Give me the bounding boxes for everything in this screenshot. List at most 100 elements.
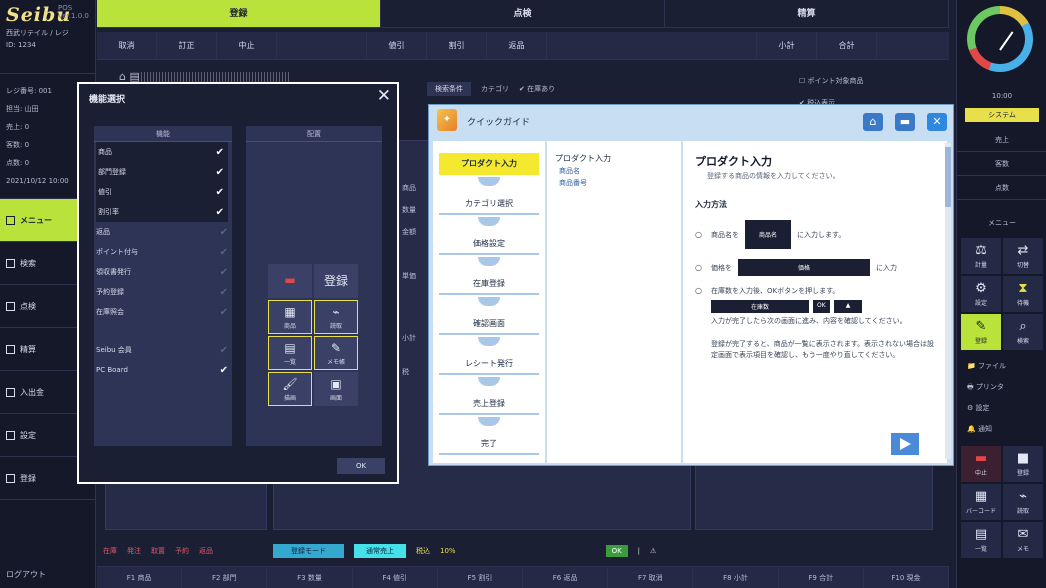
topic-title[interactable]: プロダクト入力 (555, 153, 673, 164)
play-icon[interactable] (891, 433, 919, 455)
check-icon[interactable]: ✔ (220, 345, 228, 356)
warning-icon[interactable]: ⚠ (650, 547, 656, 555)
func-button[interactable]: 小計 (757, 32, 817, 59)
function-item[interactable]: 割引率 ✔ (96, 202, 228, 222)
sale-type-badge[interactable]: 通常売上 (354, 544, 406, 558)
check-icon[interactable]: ✔ (216, 147, 224, 158)
close-window-icon[interactable]: ✕ (927, 113, 947, 131)
content-scrollbar[interactable] (945, 143, 951, 459)
func-button[interactable]: 合計 (817, 32, 877, 59)
tool-button[interactable]: ▬ 中止 (961, 446, 1001, 482)
tab-1[interactable]: 点検 (381, 0, 665, 27)
function-key[interactable]: F10 現金 (864, 567, 950, 588)
guide-step[interactable]: プロダクト入力 (439, 153, 539, 175)
system-badge[interactable]: システム (965, 108, 1039, 122)
function-key[interactable]: F9 合計 (779, 567, 864, 588)
function-item[interactable]: 返品 ✔ (94, 222, 232, 242)
guide-step[interactable]: 確認画面 (439, 313, 539, 335)
status-reserve[interactable]: 予約 (175, 546, 189, 556)
check-icon[interactable]: ✔ (220, 227, 228, 238)
function-item[interactable]: 商品 ✔ (96, 142, 228, 162)
check-icon[interactable]: ✔ (216, 187, 224, 198)
logout-button[interactable]: ログアウト (6, 569, 46, 580)
function-key[interactable]: F8 小計 (693, 567, 779, 588)
settings-item[interactable]: ⚙ 設定 (967, 398, 1006, 419)
filter-chip[interactable]: 検索条件 (427, 82, 471, 96)
function-key[interactable]: F5 割引 (438, 567, 524, 588)
function-key[interactable]: F1 商品 (97, 567, 183, 588)
home-window-icon[interactable]: ⌂ (863, 113, 883, 131)
tool-button[interactable]: ⧗ 待機 (1003, 276, 1043, 312)
tab-0[interactable]: 登録 (97, 0, 381, 27)
tool-button[interactable]: ✉ メモ (1003, 522, 1043, 558)
function-item[interactable]: 値引 ✔ (96, 182, 228, 202)
func-button[interactable]: 割引 (427, 32, 487, 59)
filter-stock-check[interactable]: ✔ 在庫あり (519, 84, 555, 94)
status-order[interactable]: 発注 (127, 546, 141, 556)
func-button[interactable] (277, 32, 367, 59)
check-icon[interactable]: ✔ (220, 247, 228, 258)
function-item[interactable]: 在庫照会 ✔ (94, 302, 232, 322)
scroll-thumb[interactable] (945, 147, 951, 207)
guide-step[interactable]: 売上登録 (439, 393, 539, 415)
tool-button[interactable]: ⚖ 計量 (961, 238, 1001, 274)
ok-status[interactable]: OK (605, 545, 628, 557)
check-icon[interactable]: ✔ (220, 365, 228, 376)
tool-button[interactable]: ⇄ 切替 (1003, 238, 1043, 274)
check-icon[interactable]: ✔ (216, 167, 224, 178)
guide-step[interactable]: 価格設定 (439, 233, 539, 255)
guide-step[interactable]: 在庫登録 (439, 273, 539, 295)
tool-button[interactable]: ■ 登録 (1003, 446, 1043, 482)
preview-icon[interactable]: 登録 (314, 264, 358, 298)
func-button[interactable]: 訂正 (157, 32, 217, 59)
function-item[interactable]: 部門登録 ✔ (96, 162, 228, 182)
tool-button[interactable]: ✎ 登録 (961, 314, 1001, 350)
preview-icon[interactable]: 🖌 描画 (268, 372, 312, 406)
filter-category[interactable]: カテゴリ (481, 84, 509, 94)
preview-icon[interactable]: ▣ 画面 (314, 372, 358, 406)
function-item[interactable]: PC Board ✔ (94, 360, 232, 380)
file-item[interactable]: 📁 ファイル (967, 356, 1006, 377)
func-button[interactable]: 取消 (97, 32, 157, 59)
function-key[interactable]: F6 返品 (523, 567, 609, 588)
guide-step[interactable]: カテゴリ選択 (439, 193, 539, 215)
func-button[interactable]: 返品 (487, 32, 547, 59)
function-key[interactable]: F3 数量 (267, 567, 353, 588)
close-icon[interactable]: ✕ (377, 86, 391, 106)
tool-button[interactable]: ⚙ 設定 (961, 276, 1001, 312)
check-icon[interactable]: ✔ (220, 267, 228, 278)
mode-badge[interactable]: 登録モード (273, 544, 344, 558)
preview-icon[interactable]: ⌁ 読取 (314, 300, 358, 334)
printer-item[interactable]: 🖶 プリンタ (967, 377, 1006, 398)
check-icon[interactable]: ✔ (220, 287, 228, 298)
function-item[interactable]: 予約登録 ✔ (94, 282, 232, 302)
tool-button[interactable]: ⌕ 検索 (1003, 314, 1043, 350)
topic-link[interactable]: 商品番号 (555, 178, 673, 188)
minimize-icon[interactable]: ▬ (895, 113, 915, 131)
status-return[interactable]: 返品 (199, 546, 213, 556)
function-key[interactable]: F7 取消 (608, 567, 694, 588)
func-button[interactable]: 値引 (367, 32, 427, 59)
function-key[interactable]: F4 値引 (353, 567, 438, 588)
check-icon[interactable]: ✔ (216, 207, 224, 218)
func-button[interactable]: 中止 (217, 32, 277, 59)
function-key[interactable]: F2 部門 (182, 567, 268, 588)
tool-button[interactable]: ▤ 一覧 (961, 522, 1001, 558)
function-item[interactable]: ポイント付与 ✔ (94, 242, 232, 262)
guide-step[interactable]: 完了 (439, 433, 539, 455)
preview-icon[interactable]: ▦ 商品 (268, 300, 312, 334)
topic-link[interactable]: 商品名 (555, 166, 673, 176)
preview-icon[interactable]: ▬ (268, 264, 312, 298)
status-stock[interactable]: 在庫 (103, 546, 117, 556)
function-item[interactable]: 領収書発行 ✔ (94, 262, 232, 282)
tool-button[interactable]: ▦ バーコード (961, 484, 1001, 520)
preview-icon[interactable]: ✎ メモ帳 (314, 336, 358, 370)
ok-button[interactable]: OK (337, 458, 385, 474)
status-hold[interactable]: 取置 (151, 546, 165, 556)
tool-button[interactable]: ⌁ 読取 (1003, 484, 1043, 520)
function-item[interactable]: Seibu 会員 ✔ (94, 340, 232, 360)
notify-item[interactable]: 🔔 通知 (967, 419, 1006, 440)
point-check[interactable]: ☐ ポイント対象商品 (799, 70, 864, 92)
guide-step[interactable]: レシート発行 (439, 353, 539, 375)
check-icon[interactable]: ✔ (220, 307, 228, 318)
